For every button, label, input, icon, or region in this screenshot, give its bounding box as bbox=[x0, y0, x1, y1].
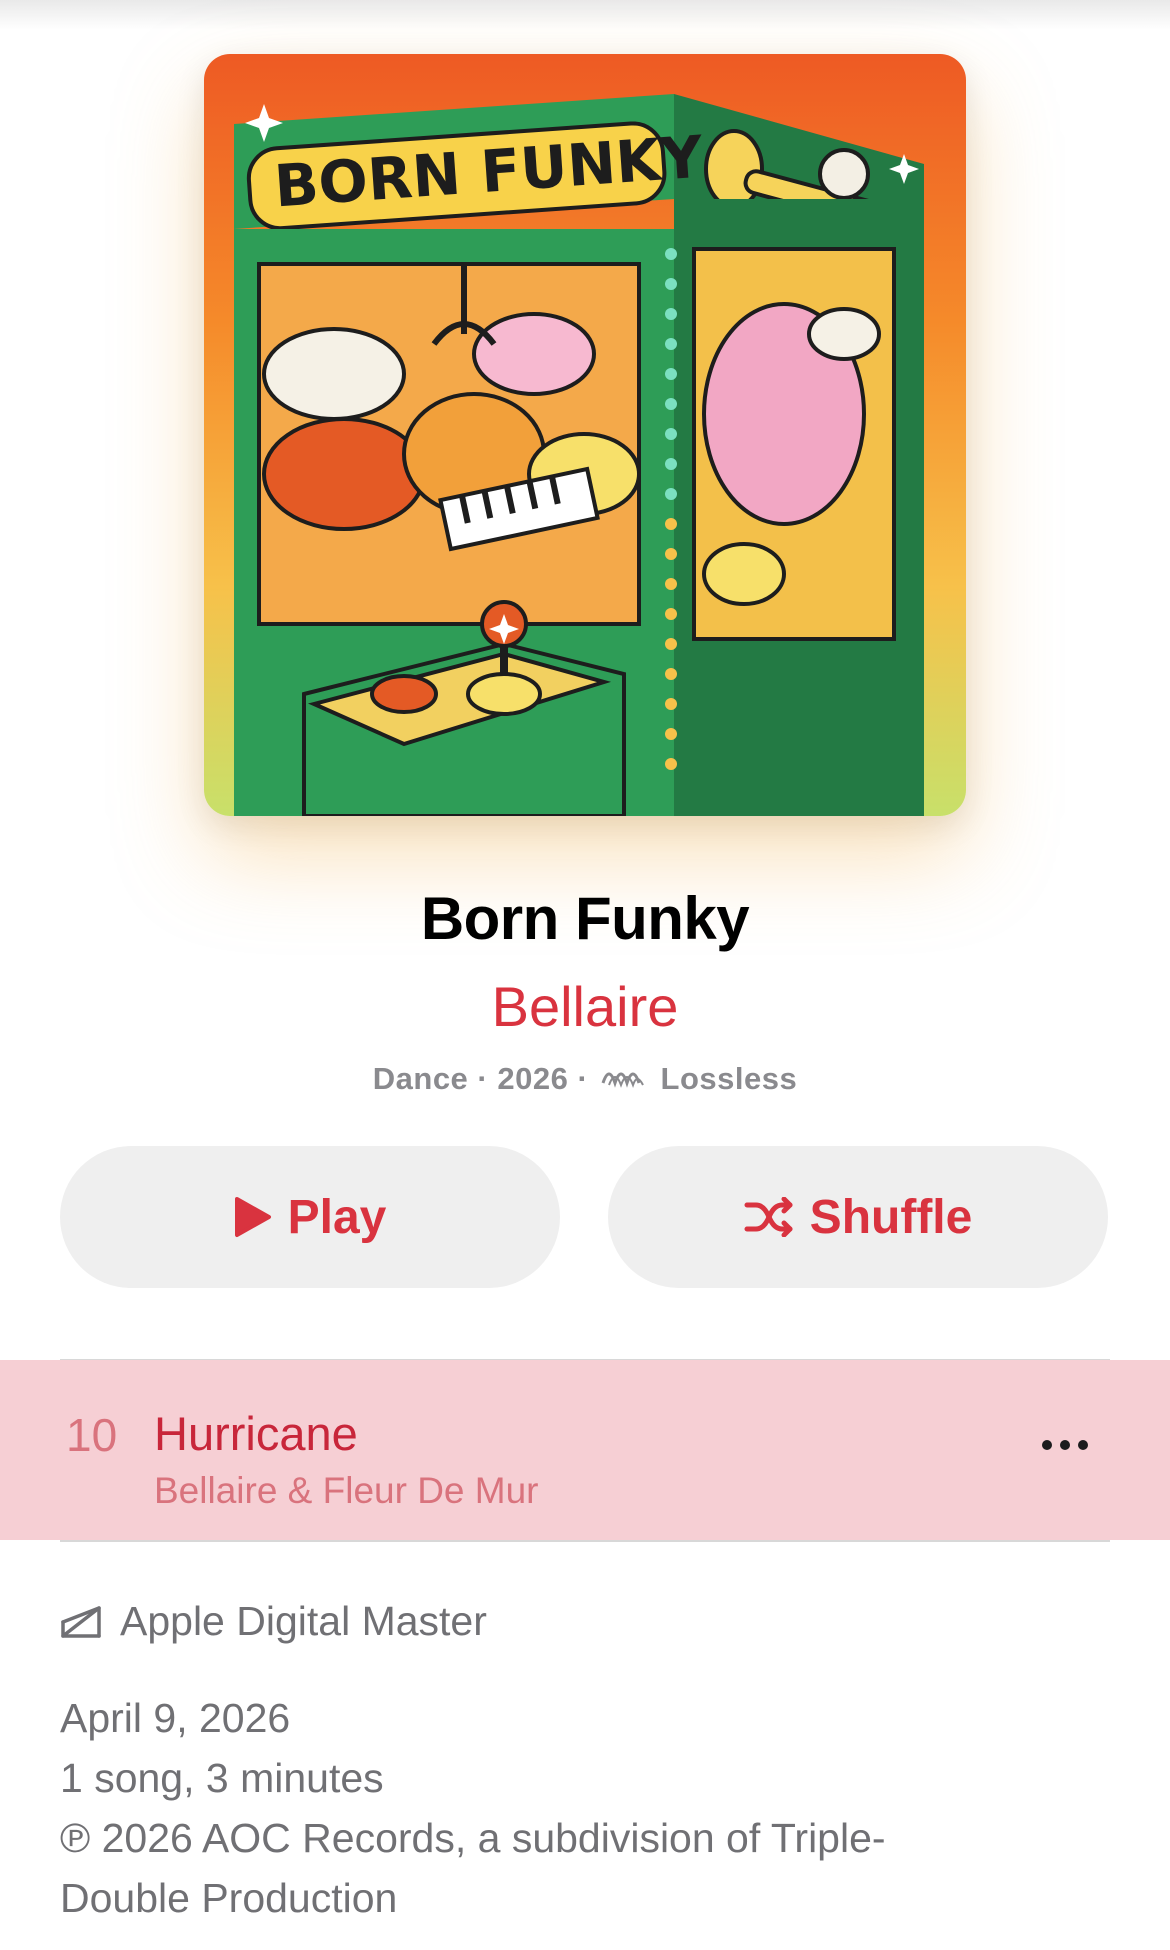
play-label: Play bbox=[287, 1190, 387, 1244]
album-quality: Lossless bbox=[660, 1060, 798, 1096]
copyright-line: ℗ 2026 AOC Records, a subdivision of Tri… bbox=[60, 1815, 886, 1861]
release-info: April 9, 2026 1 song, 3 minutes ℗ 2026 A… bbox=[60, 1688, 1120, 1928]
apple-digital-master: Apple Digital Master bbox=[60, 1598, 487, 1645]
track-more-button[interactable] bbox=[1030, 1422, 1100, 1472]
meta-separator: · bbox=[577, 1060, 589, 1096]
ellipsis-icon bbox=[1041, 1438, 1089, 1456]
apple-digital-master-icon bbox=[60, 1604, 102, 1640]
shuffle-icon bbox=[744, 1197, 794, 1237]
apple-digital-master-label: Apple Digital Master bbox=[120, 1598, 487, 1644]
album-artwork[interactable]: BORN FUNKY bbox=[204, 54, 966, 816]
divider bbox=[60, 1540, 1110, 1542]
top-fade bbox=[0, 0, 1170, 30]
album-summary: 1 song, 3 minutes bbox=[60, 1755, 384, 1801]
shuffle-label: Shuffle bbox=[809, 1190, 973, 1244]
album-artwork-illustration: BORN FUNKY bbox=[204, 54, 966, 816]
play-button[interactable]: Play bbox=[60, 1146, 560, 1288]
play-icon bbox=[234, 1196, 272, 1238]
album-genre: Dance bbox=[372, 1060, 469, 1096]
release-date: April 9, 2026 bbox=[60, 1695, 291, 1741]
album-year: 2026 bbox=[497, 1060, 569, 1096]
shuffle-button[interactable]: Shuffle bbox=[608, 1146, 1108, 1288]
album-meta: Dance · 2026 · Lossless bbox=[0, 1059, 1170, 1097]
track-row[interactable]: 10 Hurricane Bellaire & Fleur De Mur bbox=[0, 1360, 1170, 1540]
copyright-line: Double Production bbox=[60, 1875, 398, 1921]
track-artists: Bellaire & Fleur De Mur bbox=[154, 1470, 539, 1511]
track-number: 10 bbox=[66, 1409, 118, 1461]
album-artist-link[interactable]: Bellaire bbox=[0, 974, 1170, 1039]
lossless-waveform-icon bbox=[601, 1061, 645, 1097]
track-title: Hurricane bbox=[154, 1407, 358, 1460]
album-title: Born Funky bbox=[420, 885, 750, 952]
meta-separator: · bbox=[477, 1060, 489, 1096]
